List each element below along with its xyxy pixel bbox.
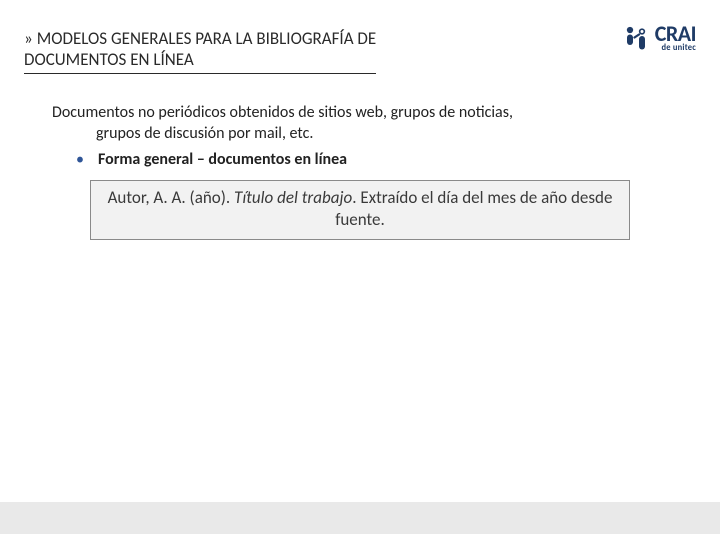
format-seg-2: . Extraído el día del mes de año desde f… bbox=[335, 187, 612, 230]
bullet-item: • Forma general – documentos en línea bbox=[52, 149, 668, 171]
content-area: Documentos no periódicos obtenidos de si… bbox=[0, 78, 720, 241]
bullet-icon: • bbox=[76, 149, 84, 171]
title-prefix: » bbox=[24, 28, 33, 49]
bullet-text: Forma general – documentos en línea bbox=[98, 149, 347, 171]
title-line-1: MODELOS GENERALES PARA LA BIBLIOGRAFÍA D… bbox=[37, 28, 376, 49]
intro-paragraph: Documentos no periódicos obtenidos de si… bbox=[52, 102, 668, 145]
title-block: »MODELOS GENERALES PARA LA BIBLIOGRAFÍA … bbox=[24, 28, 601, 74]
logo-sub-text: de unitec bbox=[662, 45, 696, 53]
footer-bar bbox=[0, 502, 720, 534]
format-seg-italic: Título del trabajo bbox=[234, 187, 352, 208]
header: »MODELOS GENERALES PARA LA BIBLIOGRAFÍA … bbox=[0, 0, 720, 78]
format-seg-1: Autor, A. A. (año). bbox=[108, 187, 234, 208]
logo-main-text: CRAI bbox=[655, 24, 696, 44]
para-line-1: Documentos no periódicos obtenidos de si… bbox=[52, 103, 513, 122]
title-line-2: DOCUMENTOS EN LÍNEA bbox=[24, 49, 194, 70]
page-title: »MODELOS GENERALES PARA LA BIBLIOGRAFÍA … bbox=[24, 28, 601, 74]
para-line-2: grupos de discusión por mail, etc. bbox=[52, 123, 668, 145]
crai-logo-icon bbox=[621, 24, 651, 54]
brand-logo: CRAI de unitec bbox=[621, 24, 696, 59]
format-box: Autor, A. A. (año). Título del trabajo. … bbox=[90, 180, 630, 240]
